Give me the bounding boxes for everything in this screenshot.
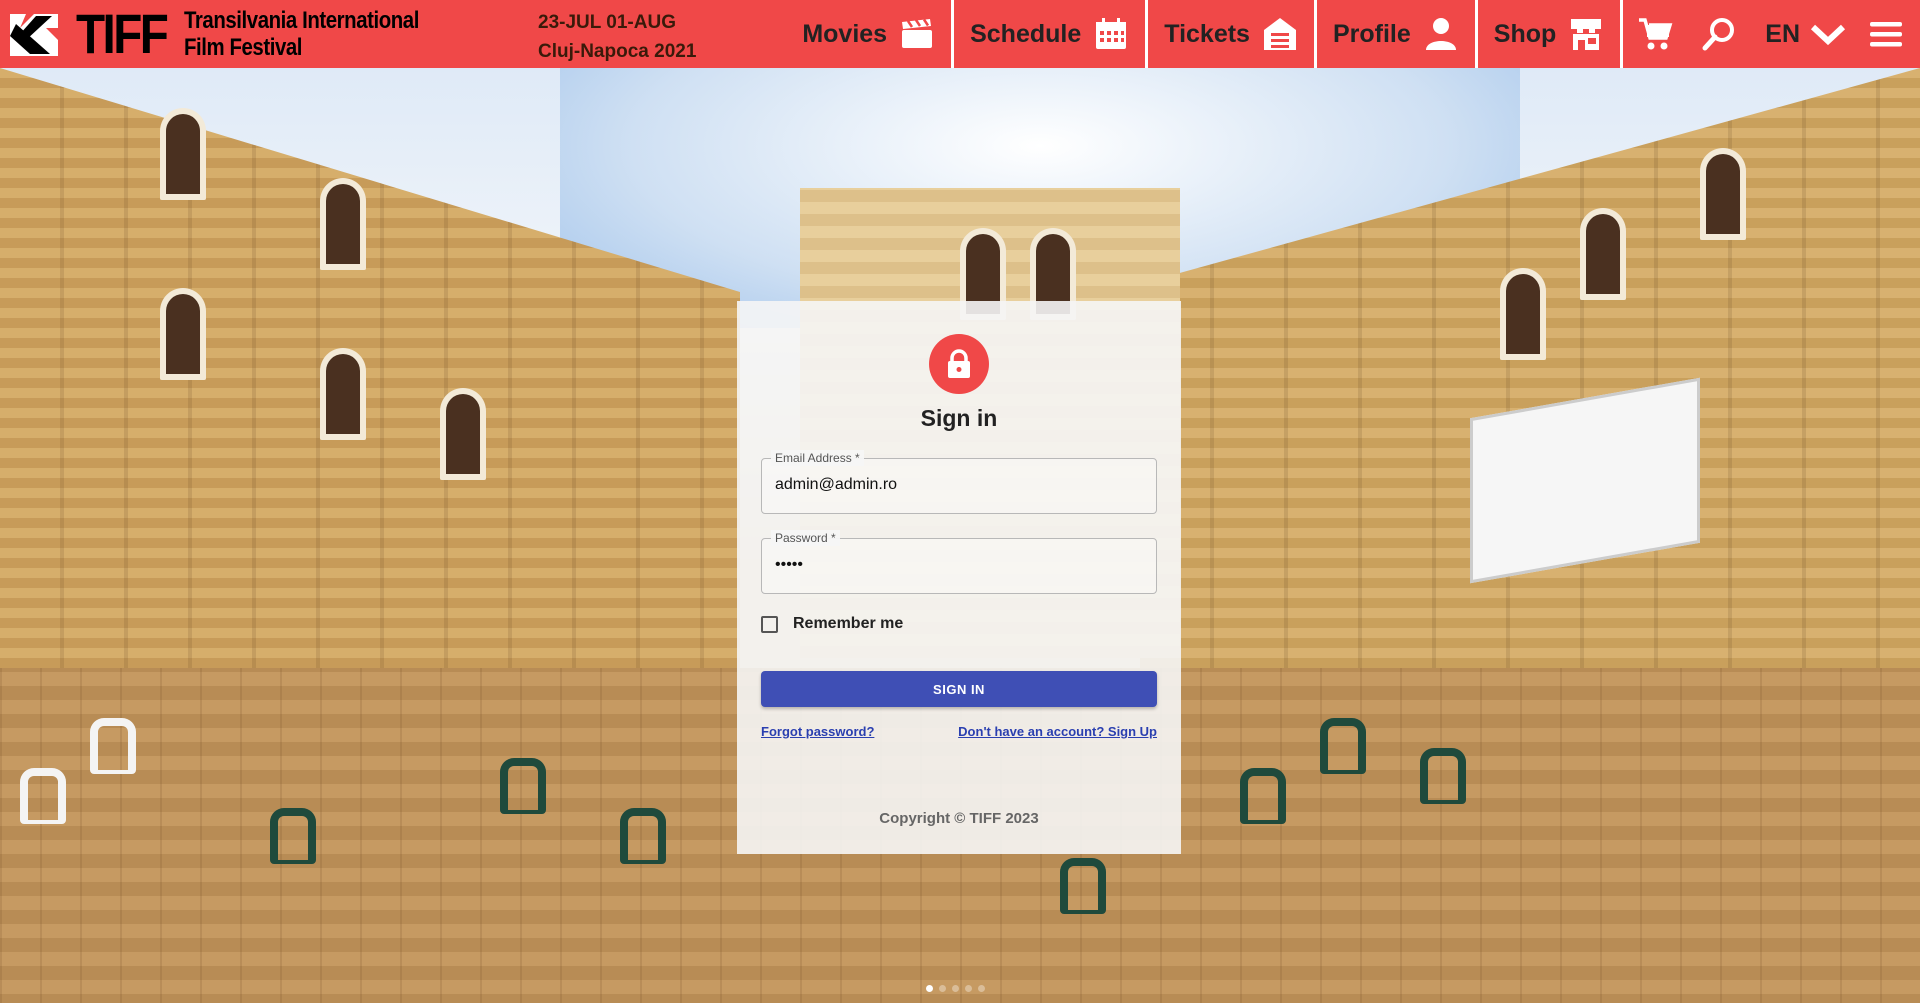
logo-word: TIFF	[76, 2, 169, 65]
menu-icon	[1868, 16, 1904, 52]
nav-schedule[interactable]: Schedule	[951, 0, 1145, 68]
festival-name-line1: Transilvania International	[184, 7, 419, 34]
window	[1700, 148, 1746, 240]
chair	[620, 808, 666, 864]
window	[160, 288, 206, 380]
remember-label: Remember me	[793, 615, 904, 632]
chair	[270, 808, 316, 864]
festival-dates: 23-JUL 01-AUG Cluj-Napoca 2021	[538, 8, 696, 66]
date-range: 23-JUL 01-AUG	[538, 12, 676, 33]
festival-name-line2: Film Festival	[184, 34, 303, 61]
password-label: Password *	[771, 530, 840, 546]
chair	[1240, 768, 1286, 824]
cart-icon	[1637, 16, 1673, 52]
shop-icon	[1568, 16, 1604, 52]
top-header: TIFF Transilvania International Film Fes…	[0, 0, 1920, 68]
carousel-dot[interactable]	[965, 985, 972, 992]
nav-profile[interactable]: Profile	[1313, 0, 1475, 68]
chevron-down-icon	[1810, 16, 1846, 52]
nav-schedule-label: Schedule	[970, 19, 1082, 48]
forgot-password-link[interactable]: Forgot password?	[761, 724, 874, 739]
carousel-dot[interactable]	[926, 985, 933, 992]
nav-tickets-label: Tickets	[1164, 19, 1250, 48]
cart-button[interactable]	[1620, 0, 1687, 68]
chair	[20, 768, 66, 824]
copyright-text: Copyright © TIFF 2023	[879, 810, 1039, 827]
carousel-dot[interactable]	[978, 985, 985, 992]
password-input[interactable]	[775, 556, 1135, 574]
calendar-icon	[1093, 16, 1129, 52]
window	[320, 348, 366, 440]
tiff-logo-mark-icon	[6, 6, 62, 62]
language-selector[interactable]: EN	[1751, 0, 1860, 68]
nav-shop-label: Shop	[1493, 19, 1557, 48]
nav-profile-label: Profile	[1332, 19, 1411, 48]
chair	[1320, 718, 1366, 774]
carousel-dots	[926, 985, 985, 992]
remember-me[interactable]: Remember me	[761, 615, 903, 633]
clapperboard-icon	[899, 16, 935, 52]
carousel-dot[interactable]	[952, 985, 959, 992]
lock-icon	[948, 349, 970, 378]
email-input[interactable]	[775, 476, 1135, 494]
chair	[1420, 748, 1466, 804]
chair	[1060, 858, 1106, 914]
window	[1580, 208, 1626, 300]
password-field[interactable]: Password *	[761, 530, 1157, 594]
ticket-icon	[1262, 16, 1298, 52]
nav-movies[interactable]: Movies	[786, 0, 951, 68]
nav-tickets[interactable]: Tickets	[1145, 0, 1314, 68]
search-icon	[1701, 16, 1737, 52]
email-label: Email Address *	[771, 450, 864, 466]
chair	[500, 758, 546, 814]
chair	[90, 718, 136, 774]
main-nav: Movies Schedule Tickets Profile Shop EN	[786, 0, 1920, 68]
remember-checkbox[interactable]	[761, 615, 778, 633]
signin-button[interactable]: SIGN IN	[761, 671, 1157, 707]
window	[1500, 268, 1546, 360]
window	[320, 178, 366, 270]
festival-location: Cluj-Napoca 2021	[538, 41, 697, 62]
nav-movies-label: Movies	[802, 19, 888, 48]
carousel-dot[interactable]	[939, 985, 946, 992]
signin-card: Sign in Email Address * Password * Remem…	[737, 301, 1181, 854]
nav-shop[interactable]: Shop	[1474, 0, 1621, 68]
menu-button[interactable]	[1860, 0, 1920, 68]
window	[160, 108, 206, 200]
tiff-logo[interactable]: TIFF Transilvania International Film Fes…	[0, 0, 484, 68]
search-button[interactable]	[1687, 0, 1751, 68]
signup-link[interactable]: Don't have an account? Sign Up	[958, 724, 1157, 739]
language-label: EN	[1765, 19, 1800, 48]
window	[440, 388, 486, 480]
signin-title: Sign in	[920, 405, 998, 431]
lock-avatar	[929, 334, 989, 394]
email-field[interactable]: Email Address *	[761, 450, 1157, 514]
festival-name: Transilvania International Film Festival	[184, 7, 439, 61]
user-icon	[1423, 16, 1459, 52]
